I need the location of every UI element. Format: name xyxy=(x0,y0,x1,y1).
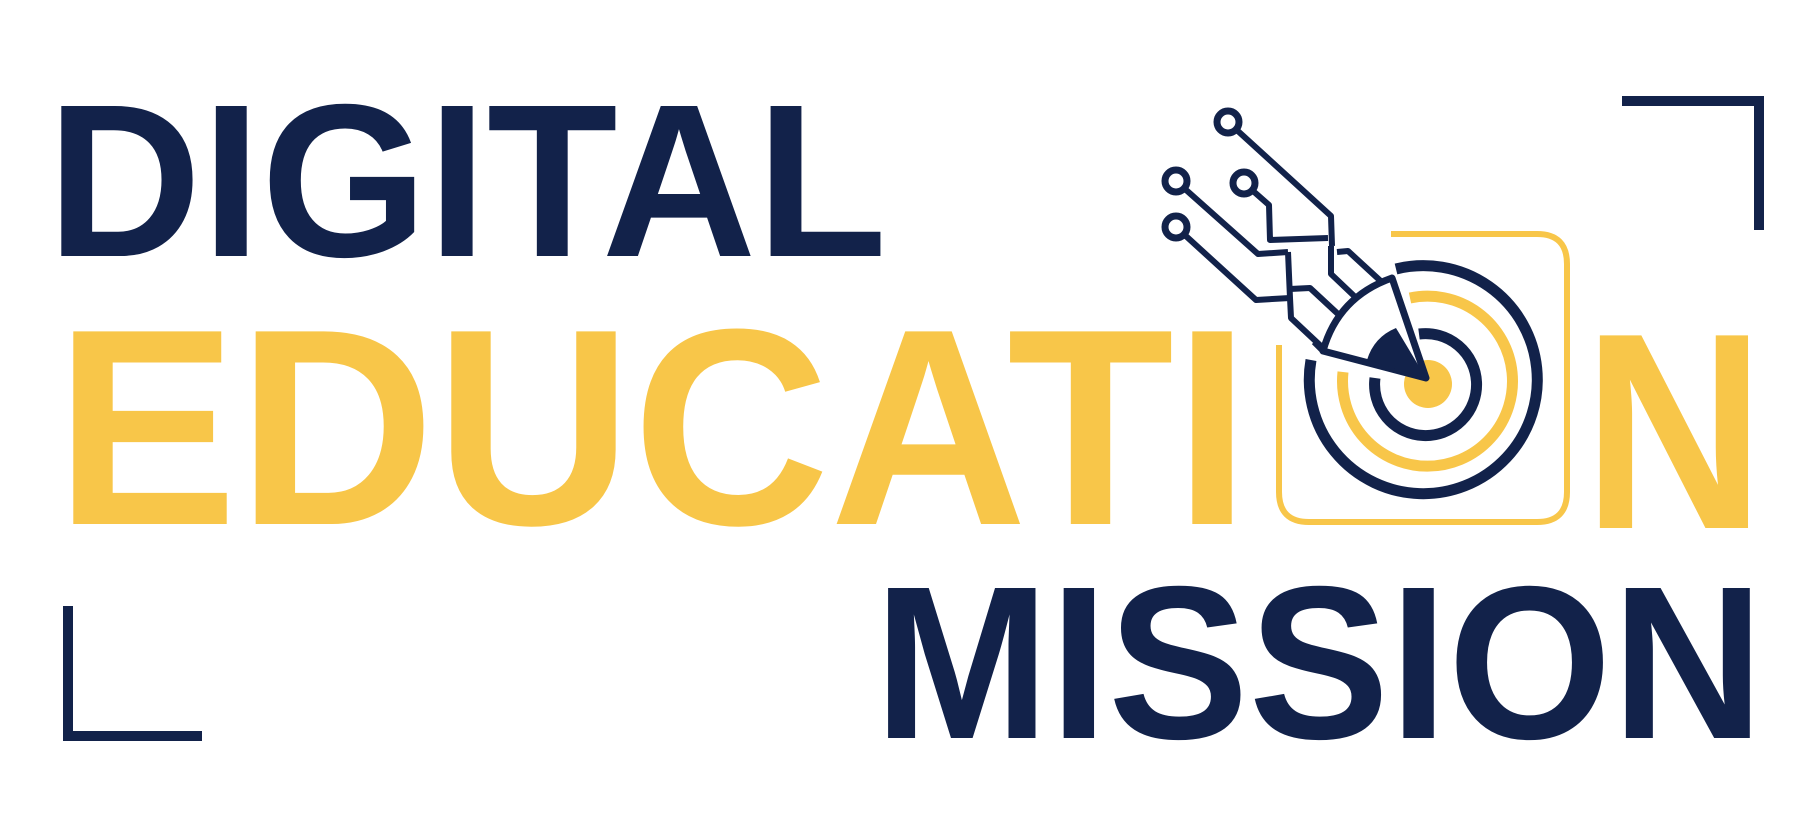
icon-circuit-nodes xyxy=(1161,107,1259,242)
digital-education-mission-logo: DIGITAL EDUCATI N MISSION xyxy=(47,60,1765,785)
logo-word-mission: MISSION xyxy=(874,542,1764,785)
logo-word-education-part: EDUCATI xyxy=(55,272,1250,584)
logo-word-digital: DIGITAL xyxy=(47,60,887,303)
corner-bracket-bottom-left xyxy=(63,606,202,741)
corner-bracket-top-right xyxy=(1622,96,1764,230)
